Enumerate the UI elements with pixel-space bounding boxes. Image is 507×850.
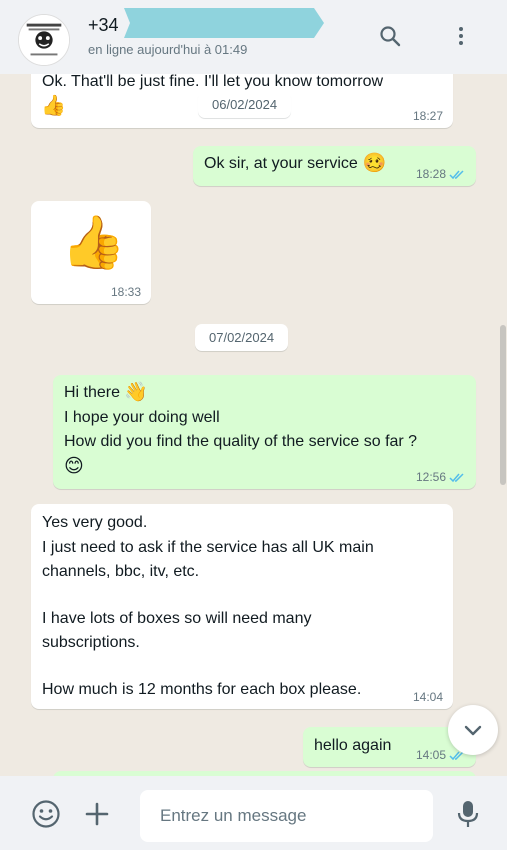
message-text: Hi there: [64, 384, 121, 401]
search-icon: [380, 26, 401, 47]
emoji-button[interactable]: [30, 798, 62, 830]
woozy-face-emoji: 🥴: [362, 153, 387, 174]
contact-name: +34: [88, 14, 119, 35]
message-outgoing[interactable]: Hi there 👋 I hope your doing well How di…: [53, 375, 476, 489]
message-text: How did you find the quality of the serv…: [64, 433, 418, 450]
chat-area[interactable]: Ok. That'll be just fine. I'll let you k…: [0, 74, 507, 776]
message-text: I hope your doing well: [64, 408, 220, 426]
attach-button[interactable]: [81, 798, 113, 830]
read-ticks-icon: [449, 472, 464, 482]
message-text: Ok. That'll be just fine. I'll let you k…: [42, 74, 384, 90]
message-text: Ok sir, at your service: [204, 155, 358, 172]
message-text: I have lots of boxes so will need many: [42, 609, 312, 627]
scroll-to-bottom-button[interactable]: [448, 705, 498, 755]
smiley-icon: [32, 800, 60, 828]
plus-icon: [85, 802, 109, 826]
microphone-icon: [457, 801, 479, 827]
kebab-menu-icon: [459, 27, 463, 45]
message-text: How much is 12 months for each box pleas…: [42, 680, 362, 698]
contact-status: en ligne aujourd'hui à 01:49: [88, 42, 248, 57]
thumbs-up-emoji: 👍: [61, 214, 126, 272]
date-separator: 07/02/2024: [195, 324, 289, 351]
message-incoming[interactable]: Yes very good. I just need to ask if the…: [31, 504, 453, 709]
date-separator: 06/02/2024: [198, 91, 292, 118]
composer-bar: [0, 776, 507, 850]
message-outgoing[interactable]: Ok sir, at your service 🥴 18:28: [193, 146, 476, 186]
message-text: Yes very good.: [42, 514, 148, 531]
avatar-image: [19, 15, 69, 65]
redacted-number: [124, 8, 324, 38]
message-text: channels, bbc, itv, etc.: [42, 563, 200, 580]
menu-button[interactable]: [443, 18, 479, 54]
message-time: 14:04: [412, 690, 443, 704]
message-time: 12:56: [415, 470, 446, 484]
message-text: I just need to ask if the service has al…: [42, 538, 374, 556]
message-incoming[interactable]: 👍 18:33: [31, 201, 151, 304]
message-text: subscriptions.: [42, 634, 140, 651]
contact-avatar[interactable]: [18, 14, 70, 66]
chevron-down-icon: [464, 725, 482, 736]
thumbs-up-emoji: 👍: [41, 95, 66, 118]
message-time: 18:27: [412, 109, 443, 123]
read-ticks-icon: [449, 169, 464, 179]
waving-hand-emoji: 👋: [124, 382, 148, 403]
message-text: hello again: [314, 737, 392, 754]
message-time: 18:28: [415, 167, 446, 181]
scrollbar[interactable]: [500, 325, 506, 485]
message-time: 14:05: [415, 748, 446, 762]
chat-header: +34 en ligne aujourd'hui à 01:49: [0, 0, 507, 74]
voice-message-button[interactable]: [452, 798, 484, 830]
message-input[interactable]: [140, 790, 433, 842]
message-time: 18:33: [110, 285, 141, 299]
search-button[interactable]: [372, 18, 408, 54]
smiling-face-emoji: 😊: [64, 455, 84, 477]
